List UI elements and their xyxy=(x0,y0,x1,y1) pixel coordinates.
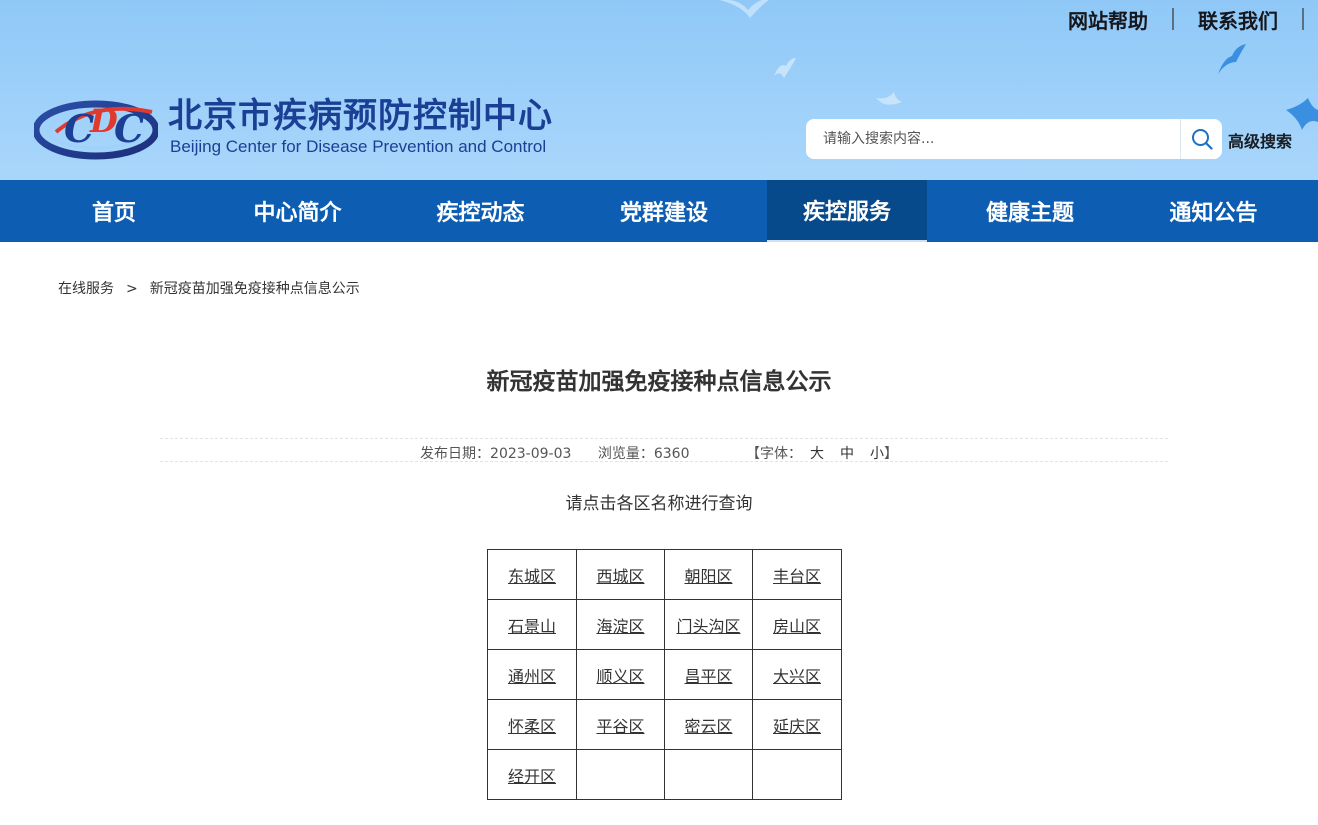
main-nav: 首页 中心简介 疾控动态 党群建设 疾控服务 健康主题 通知公告 xyxy=(0,180,1318,242)
divider xyxy=(1172,8,1174,30)
table-cell: 经开区 xyxy=(487,749,577,800)
district-link[interactable]: 延庆区 xyxy=(773,717,821,736)
nav-services[interactable]: 疾控服务 xyxy=(767,180,927,242)
table-cell: 石景山 xyxy=(487,599,577,650)
nav-health[interactable]: 健康主题 xyxy=(938,180,1122,242)
table-cell: 朝阳区 xyxy=(664,549,753,600)
district-link[interactable]: 西城区 xyxy=(596,567,644,586)
district-link[interactable]: 海淀区 xyxy=(596,617,644,636)
divider xyxy=(160,461,1168,462)
date-label: 发布日期： xyxy=(420,446,491,462)
bird-decoration-icon xyxy=(1218,44,1246,74)
table-row: 东城区 西城区 朝阳区 丰台区 xyxy=(487,549,842,600)
publish-date: 2023-09-03 xyxy=(490,446,572,462)
search-icon xyxy=(1191,129,1213,150)
bird-decoration-icon xyxy=(876,92,902,105)
site-header: 网站帮助 联系我们 C D C 北京市疾病预防控制中心 Beijing Cent… xyxy=(0,0,1318,180)
table-cell-empty xyxy=(752,749,842,800)
district-link[interactable]: 房山区 xyxy=(773,617,821,636)
nav-notices[interactable]: 通知公告 xyxy=(1122,180,1305,242)
svg-text:C: C xyxy=(114,106,144,151)
district-table: 东城区 西城区 朝阳区 丰台区 石景山 海淀区 门头沟区 房山区 通州区 顺义区… xyxy=(487,549,842,800)
table-cell: 平谷区 xyxy=(576,699,665,750)
table-cell: 西城区 xyxy=(576,549,665,600)
breadcrumb-parent[interactable]: 在线服务 xyxy=(58,281,114,297)
district-link[interactable]: 石景山 xyxy=(508,617,556,636)
district-link[interactable]: 通州区 xyxy=(508,667,556,686)
table-cell: 海淀区 xyxy=(576,599,665,650)
font-size-close: 】 xyxy=(883,446,898,462)
nav-about[interactable]: 中心简介 xyxy=(206,180,389,242)
table-cell-empty xyxy=(576,749,665,800)
bird-decoration-icon xyxy=(720,0,769,18)
bird-decoration-icon xyxy=(774,58,796,78)
table-cell: 房山区 xyxy=(752,599,842,650)
article-meta: 发布日期：2023-09-03 浏览量：6360 【字体： 大中小】 xyxy=(0,443,1318,463)
district-link[interactable]: 顺义区 xyxy=(596,667,644,686)
brand-name-cn[interactable]: 北京市疾病预防控制中心 xyxy=(168,88,553,137)
contact-link[interactable]: 联系我们 xyxy=(1198,5,1278,34)
nav-party[interactable]: 党群建设 xyxy=(572,180,756,242)
top-links: 网站帮助 联系我们 xyxy=(1068,5,1304,34)
breadcrumb-current[interactable]: 新冠疫苗加强免疫接种点信息公示 xyxy=(150,281,360,297)
cdc-logo-icon[interactable]: C D C xyxy=(34,92,158,160)
table-cell: 顺义区 xyxy=(576,649,665,700)
district-link[interactable]: 怀柔区 xyxy=(508,717,556,736)
nav-home[interactable]: 首页 xyxy=(22,180,206,242)
divider xyxy=(160,438,1168,439)
district-link[interactable]: 平谷区 xyxy=(596,717,644,736)
district-link[interactable]: 密云区 xyxy=(684,717,732,736)
table-cell: 怀柔区 xyxy=(487,699,577,750)
district-link[interactable]: 门头沟区 xyxy=(676,617,740,636)
help-link[interactable]: 网站帮助 xyxy=(1068,5,1148,34)
font-size-label: 【字体： xyxy=(745,446,802,462)
view-count: 6360 xyxy=(653,446,690,462)
table-cell-empty xyxy=(664,749,753,800)
font-small-button[interactable]: 小 xyxy=(870,443,884,463)
table-cell: 大兴区 xyxy=(752,649,842,700)
table-cell: 门头沟区 xyxy=(664,599,753,650)
bird-decoration-icon xyxy=(1286,98,1318,130)
table-cell: 丰台区 xyxy=(752,549,842,600)
table-row: 石景山 海淀区 门头沟区 房山区 xyxy=(487,599,842,650)
advanced-search-link[interactable]: 高级搜索 xyxy=(1228,128,1292,152)
district-link[interactable]: 丰台区 xyxy=(773,567,821,586)
search-button[interactable] xyxy=(1180,119,1222,159)
district-link[interactable]: 大兴区 xyxy=(773,667,821,686)
district-link[interactable]: 昌平区 xyxy=(684,667,732,686)
breadcrumb: 在线服务 > 新冠疫苗加强免疫接种点信息公示 xyxy=(58,278,360,298)
district-link[interactable]: 经开区 xyxy=(508,767,556,786)
table-cell: 昌平区 xyxy=(664,649,753,700)
table-cell: 通州区 xyxy=(487,649,577,700)
brand-name-en[interactable]: Beijing Center for Disease Prevention an… xyxy=(170,137,546,157)
divider xyxy=(1302,8,1304,30)
table-cell: 东城区 xyxy=(487,549,577,600)
font-medium-button[interactable]: 中 xyxy=(840,443,854,463)
district-link[interactable]: 东城区 xyxy=(508,567,556,586)
page-title: 新冠疫苗加强免疫接种点信息公示 xyxy=(486,369,832,395)
search-box xyxy=(806,119,1222,159)
nav-news[interactable]: 疾控动态 xyxy=(389,180,572,242)
table-cell: 密云区 xyxy=(664,699,753,750)
table-row: 怀柔区 平谷区 密云区 延庆区 xyxy=(487,699,842,750)
district-link[interactable]: 朝阳区 xyxy=(684,567,732,586)
table-row: 通州区 顺义区 昌平区 大兴区 xyxy=(487,649,842,700)
font-large-button[interactable]: 大 xyxy=(810,443,824,463)
search-input[interactable] xyxy=(806,119,1180,159)
breadcrumb-separator: > xyxy=(126,281,138,297)
table-row: 经开区 xyxy=(487,749,842,800)
table-cell: 延庆区 xyxy=(752,699,842,750)
views-label: 浏览量： xyxy=(597,446,654,462)
intro-text: 请点击各区名称进行查询 xyxy=(565,494,753,514)
